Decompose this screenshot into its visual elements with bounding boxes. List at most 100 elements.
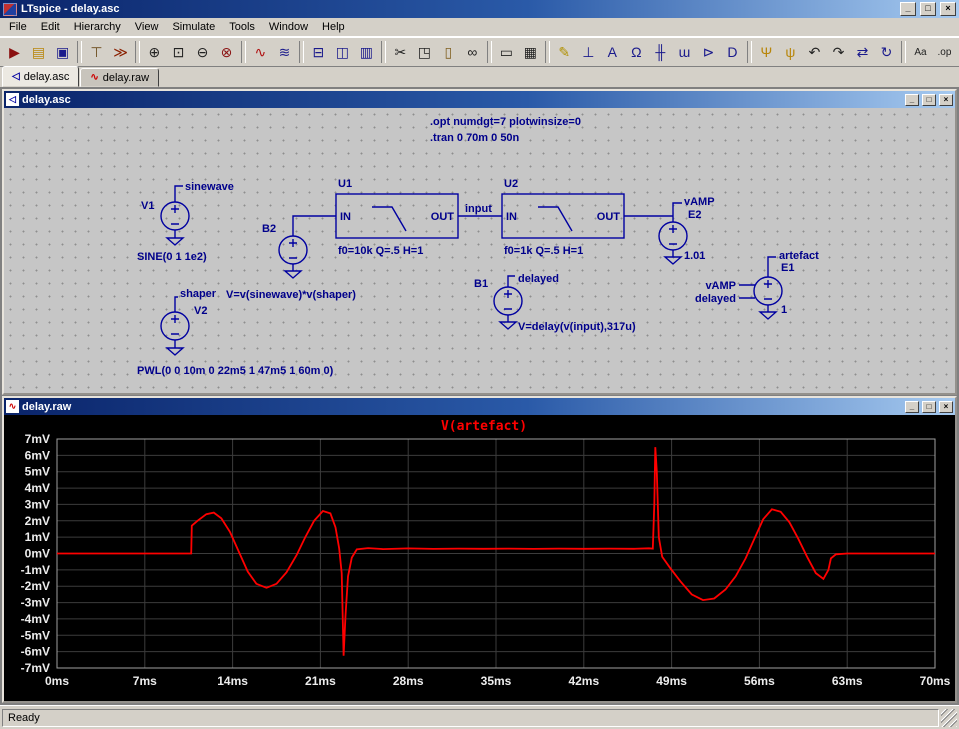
tab-delay-raw[interactable]: ∿ delay.raw <box>80 68 160 87</box>
toolbar-separator <box>380 41 386 63</box>
autorange-waveform-icon[interactable]: ∿ <box>249 40 272 64</box>
spice-directive-icon[interactable]: .op <box>933 40 956 64</box>
restore-button[interactable]: □ <box>920 2 936 16</box>
menu-file[interactable]: File <box>2 19 34 35</box>
e1-input-delayed[interactable]: delayed <box>695 293 736 305</box>
b2-behavioral-source[interactable] <box>278 215 336 279</box>
tile-vertical-icon[interactable]: ◫ <box>331 40 354 64</box>
capacitor-icon[interactable]: ╫ <box>649 40 672 64</box>
print-preview-icon[interactable]: ▭ <box>495 40 518 64</box>
waveform-close-button[interactable]: × <box>939 400 953 413</box>
waveform-restore-button[interactable]: □ <box>922 400 936 413</box>
v2-value[interactable]: PWL(0 0 10m 0 22m5 1 47m5 1 60m 0) <box>137 365 334 377</box>
inductor-icon[interactable]: ɯ <box>673 40 696 64</box>
net-label-input[interactable]: input <box>465 203 492 215</box>
spice-directive-opt[interactable]: .opt numdgt=7 plotwinsize=0 <box>430 116 581 128</box>
menu-hierarchy[interactable]: Hierarchy <box>67 19 128 35</box>
net-label-shaper[interactable]: shaper <box>180 288 217 300</box>
net-label-delayed[interactable]: delayed <box>518 273 559 285</box>
waveform-plot-area[interactable]: 7mV 6mV 5mV 4mV 3mV 2mV 1mV 0mV -1mV -2mV -3mV -4mV… <box>4 415 955 701</box>
toolbar-separator <box>135 41 140 63</box>
zoom-region-icon[interactable]: ⊡ <box>167 40 190 64</box>
zoom-in-icon[interactable]: ⊕ <box>143 40 166 64</box>
drag-icon[interactable]: ψ <box>779 40 802 64</box>
waveform-window-titlebar[interactable]: ∿ delay.raw _ □ × <box>4 398 955 415</box>
move-icon[interactable]: Ψ <box>755 40 778 64</box>
draft-wire-icon[interactable]: ✎ <box>553 40 576 64</box>
u1-refdes[interactable]: U1 <box>338 178 352 190</box>
u2-value[interactable]: f0=1k Q=.5 H=1 <box>504 245 583 257</box>
schematic-canvas[interactable]: .opt numdgt=7 plotwinsize=0 .tran 0 70m … <box>4 108 955 393</box>
print-icon[interactable]: ▦ <box>519 40 542 64</box>
v1-voltage-source[interactable] <box>160 185 190 246</box>
menu-simulate[interactable]: Simulate <box>165 19 222 35</box>
schematic-close-button[interactable]: × <box>939 93 953 106</box>
v2-refdes[interactable]: V2 <box>194 305 207 317</box>
redo-icon[interactable]: ↷ <box>827 40 850 64</box>
b1-value[interactable]: V=delay(v(input),317u) <box>518 321 636 333</box>
net-label-vamp[interactable]: vAMP <box>684 196 715 208</box>
cascade-windows-icon[interactable]: ▥ <box>355 40 378 64</box>
toolbar-separator <box>486 41 492 63</box>
ground-icon[interactable]: ⊥ <box>577 40 600 64</box>
resize-grip[interactable] <box>941 708 957 727</box>
new-schematic-icon[interactable]: ▶ <box>3 40 26 64</box>
control-panel-icon[interactable]: ⊤ <box>85 40 108 64</box>
v1-refdes[interactable]: V1 <box>141 200 154 212</box>
waveform-minimize-button[interactable]: _ <box>905 400 919 413</box>
b1-refdes[interactable]: B1 <box>474 278 488 290</box>
net-label-artefact[interactable]: artefact <box>779 250 819 262</box>
e1-refdes[interactable]: E1 <box>781 262 794 274</box>
menu-tools[interactable]: Tools <box>222 19 262 35</box>
ground-symbol <box>283 270 303 279</box>
spice-directive-tran[interactable]: .tran 0 70m 0 50n <box>430 132 520 144</box>
component-icon[interactable]: D <box>721 40 744 64</box>
plot-title[interactable]: V(artefact) <box>441 419 527 434</box>
rotate-icon[interactable]: ↻ <box>875 40 898 64</box>
u2-refdes[interactable]: U2 <box>504 178 518 190</box>
menu-edit[interactable]: Edit <box>34 19 67 35</box>
paste-icon[interactable]: ▯ <box>437 40 460 64</box>
mirror-icon[interactable]: ⇄ <box>851 40 874 64</box>
menu-view[interactable]: View <box>128 19 166 35</box>
zoom-full-icon[interactable]: ⊗ <box>215 40 238 64</box>
toolbar-separator <box>241 41 246 63</box>
zoom-out-icon[interactable]: ⊖ <box>191 40 214 64</box>
open-icon[interactable]: ▤ <box>27 40 50 64</box>
x-axis-tick-label: 49ms <box>656 674 687 688</box>
save-icon[interactable]: ▣ <box>51 40 74 64</box>
v1-value[interactable]: SINE(0 1 1e2) <box>137 251 207 263</box>
menu-help[interactable]: Help <box>315 19 352 35</box>
diode-icon[interactable]: ⊳ <box>697 40 720 64</box>
u1-value[interactable]: f0=10k Q=.5 H=1 <box>338 245 423 257</box>
run-icon[interactable]: ≫ <box>109 40 132 64</box>
net-label-sinewave[interactable]: sinewave <box>185 181 234 193</box>
x-axis-tick-label: 14ms <box>217 674 248 688</box>
e2-refdes[interactable]: E2 <box>688 209 701 221</box>
resistor-icon[interactable]: Ω <box>625 40 648 64</box>
text-icon[interactable]: Aa <box>909 40 932 64</box>
schematic-restore-button[interactable]: □ <box>922 93 936 106</box>
menu-window[interactable]: Window <box>262 19 315 35</box>
schematic-minimize-button[interactable]: _ <box>905 93 919 106</box>
e2-vcvs-source[interactable] <box>624 202 688 265</box>
label-net-icon[interactable]: A <box>601 40 624 64</box>
close-button[interactable]: × <box>940 2 956 16</box>
find-icon[interactable]: ∞ <box>461 40 484 64</box>
undo-icon[interactable]: ↶ <box>803 40 826 64</box>
e1-vcvs-source[interactable] <box>739 256 783 320</box>
tile-horizontal-icon[interactable]: ⊟ <box>307 40 330 64</box>
e1-value[interactable]: 1 <box>781 304 787 316</box>
cut-icon[interactable]: ✂ <box>389 40 412 64</box>
titlebar[interactable]: LTspice - delay.asc _ □ × <box>0 0 959 18</box>
schematic-window-titlebar[interactable]: ◁ delay.asc _ □ × <box>4 91 955 108</box>
plot-settings-icon[interactable]: ≋ <box>273 40 296 64</box>
b2-value[interactable]: V=v(sinewave)*v(shaper) <box>226 289 356 301</box>
copy-icon[interactable]: ◳ <box>413 40 436 64</box>
tab-delay-asc[interactable]: ◁ delay.asc <box>2 66 80 87</box>
b2-refdes[interactable]: B2 <box>262 223 276 235</box>
e2-value[interactable]: 1.01 <box>684 250 705 262</box>
e1-input-vamp[interactable]: vAMP <box>705 280 736 292</box>
v2-voltage-source[interactable] <box>160 296 190 356</box>
minimize-button[interactable]: _ <box>900 2 916 16</box>
